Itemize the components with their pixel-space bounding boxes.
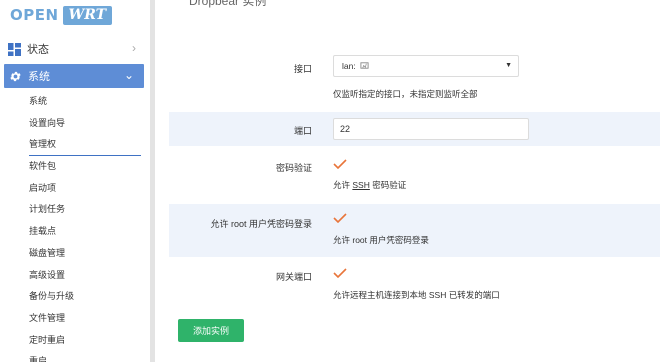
password-auth-help: 允许 SSH 密码验证 xyxy=(333,180,407,190)
menu-status[interactable]: 状态 › xyxy=(0,37,150,61)
ethernet-port-icon xyxy=(360,61,369,72)
logo-text-open: OPEN xyxy=(10,6,59,24)
gateway-ports-help: 允许远程主机连接到本地 SSH 已转发的端口 xyxy=(333,290,500,300)
sidebar-item-admin[interactable]: 管理权 xyxy=(29,134,141,157)
sidebar-item-software[interactable]: 软件包 xyxy=(29,156,141,178)
row-gateway-ports: 网关端口 允许远程主机连接到本地 SSH 已转发的端口 xyxy=(169,259,660,309)
dropdown-arrow-icon: ▼ xyxy=(505,62,512,69)
openwrt-logo[interactable]: OPEN WRT xyxy=(10,5,113,25)
menu-system-label: 系统 xyxy=(28,71,50,83)
port-input[interactable]: 22 xyxy=(333,118,529,140)
root-password-help: 允许 root 用户凭密码登录 xyxy=(333,235,429,245)
menu-status-label: 状态 xyxy=(27,44,49,56)
sidebar-item-scheduled-tasks[interactable]: 计划任务 xyxy=(29,199,141,221)
add-instance-button[interactable]: 添加实例 xyxy=(178,319,244,342)
password-auth-checkbox[interactable] xyxy=(333,159,347,169)
sidebar-scrollbar[interactable] xyxy=(150,0,155,362)
sidebar-item-setup-wizard[interactable]: 设置向导 xyxy=(29,113,141,135)
logo-text-wrt: WRT xyxy=(62,5,113,25)
password-auth-label: 密码验证 xyxy=(275,163,312,173)
sidebar-item-mount-points[interactable]: 挂载点 xyxy=(29,221,141,243)
dashboard-icon xyxy=(7,42,21,56)
sidebar-item-reboot[interactable]: 重启 xyxy=(29,351,141,362)
gateway-ports-label: 网关端口 xyxy=(275,272,312,282)
menu-system[interactable]: 系统 ⌄ xyxy=(4,64,144,88)
sidebar-item-file-manager[interactable]: 文件管理 xyxy=(29,308,141,330)
root-password-checkbox[interactable] xyxy=(333,213,347,223)
chevron-down-icon: ⌄ xyxy=(123,68,134,82)
chevron-right-icon: › xyxy=(132,41,136,55)
interface-value: lan: xyxy=(342,61,369,72)
root-password-label: 允许 root 用户凭密码登录 xyxy=(210,219,312,229)
gateway-ports-checkbox[interactable] xyxy=(333,268,347,278)
interface-help: 仅监听指定的接口，未指定则监听全部 xyxy=(333,89,478,99)
gear-icon xyxy=(8,69,22,83)
row-password-auth: 密码验证 允许 SSH 密码验证 xyxy=(169,148,660,202)
sidebar-item-system[interactable]: 系统 xyxy=(29,91,141,113)
interface-select[interactable]: lan: ▼ xyxy=(333,55,519,77)
system-submenu: 系统 设置向导 管理权 软件包 启动项 计划任务 挂载点 磁盘管理 高级设置 备… xyxy=(29,91,141,362)
port-value: 22 xyxy=(340,124,351,134)
section-title: Dropbear 实例 xyxy=(189,0,267,8)
interface-label: 接口 xyxy=(293,64,312,74)
sidebar-item-backup-upgrade[interactable]: 备份与升级 xyxy=(29,286,141,308)
sidebar-item-advanced-settings[interactable]: 高级设置 xyxy=(29,265,141,287)
port-label: 端口 xyxy=(293,126,312,136)
row-port: 端口 22 xyxy=(169,112,660,146)
row-root-password: 允许 root 用户凭密码登录 允许 root 用户凭密码登录 xyxy=(169,204,660,257)
sidebar-item-disk-management[interactable]: 磁盘管理 xyxy=(29,243,141,265)
sidebar-item-scheduled-reboot[interactable]: 定时重启 xyxy=(29,330,141,352)
row-interface: 接口 lan: ▼ 仅监听指定的接口，未指定则监听全部 xyxy=(169,46,660,110)
sidebar-item-startup[interactable]: 启动项 xyxy=(29,178,141,200)
sidebar: OPEN WRT 状态 › 系统 ⌄ 系统 设置向导 管理权 软件包 启动项 计… xyxy=(0,0,150,362)
